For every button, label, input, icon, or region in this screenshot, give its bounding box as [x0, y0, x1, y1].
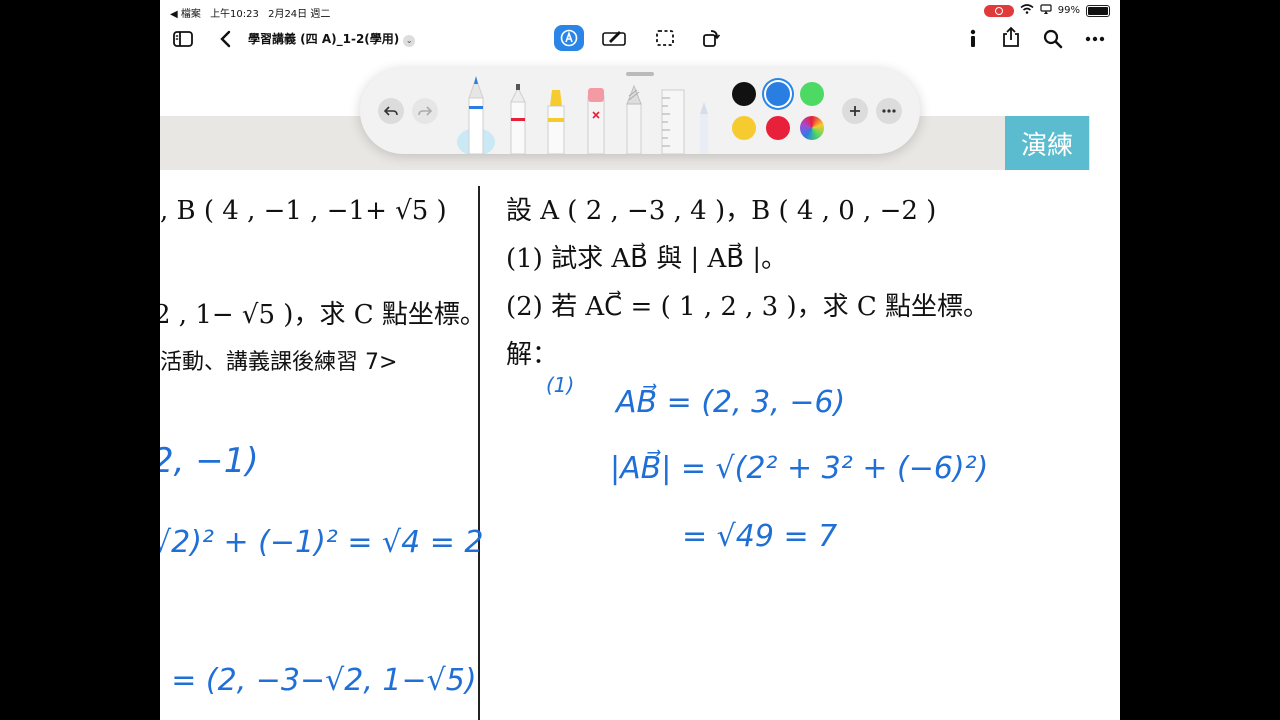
marker-pen-tool-icon[interactable] — [506, 82, 530, 154]
ink-right-label: (1) — [546, 373, 574, 397]
ruler-tool-icon[interactable] — [658, 82, 688, 154]
notes-app-screen: ◀ 檔案 上午10:23 2月24日 週二 99% 學習講義 (四 A)_1-2… — [160, 0, 1120, 720]
pen-palette — [360, 68, 920, 154]
undo-icon[interactable] — [378, 98, 404, 124]
color-swatch-green[interactable] — [800, 82, 824, 106]
color-swatch-blue[interactable] — [766, 82, 790, 106]
lasso-tool-icon[interactable] — [696, 94, 712, 154]
ink-right-1: AB⃗ = (2, 3, −6) — [614, 384, 845, 420]
redo-icon[interactable] — [412, 98, 438, 124]
eraser-tool-icon[interactable] — [584, 82, 608, 154]
color-swatch-yellow[interactable] — [732, 116, 756, 140]
palette-drag-handle[interactable] — [626, 72, 654, 76]
pencil-tool-icon[interactable] — [622, 82, 646, 154]
highlighter-tool-icon[interactable] — [544, 82, 568, 154]
palette-more-icon[interactable] — [876, 98, 902, 124]
ink-left-3: ) = (2, −3−√2, 1−√5) — [160, 663, 477, 698]
ink-right-3: = √49 = 7 — [682, 519, 837, 554]
color-swatch-black[interactable] — [732, 82, 756, 106]
color-swatch-red[interactable] — [766, 116, 790, 140]
ink-left-2: √2)² + (−1)² = √4 = 2 — [160, 525, 484, 560]
add-tool-icon[interactable] — [842, 98, 868, 124]
color-wheel-icon[interactable] — [800, 116, 824, 140]
fountain-pen-tool-icon[interactable] — [456, 72, 496, 154]
ink-left-1: 2, −1) — [160, 441, 259, 481]
ink-right-2: |AB⃗| = √(2² + 3² + (−6)²) — [610, 450, 988, 486]
